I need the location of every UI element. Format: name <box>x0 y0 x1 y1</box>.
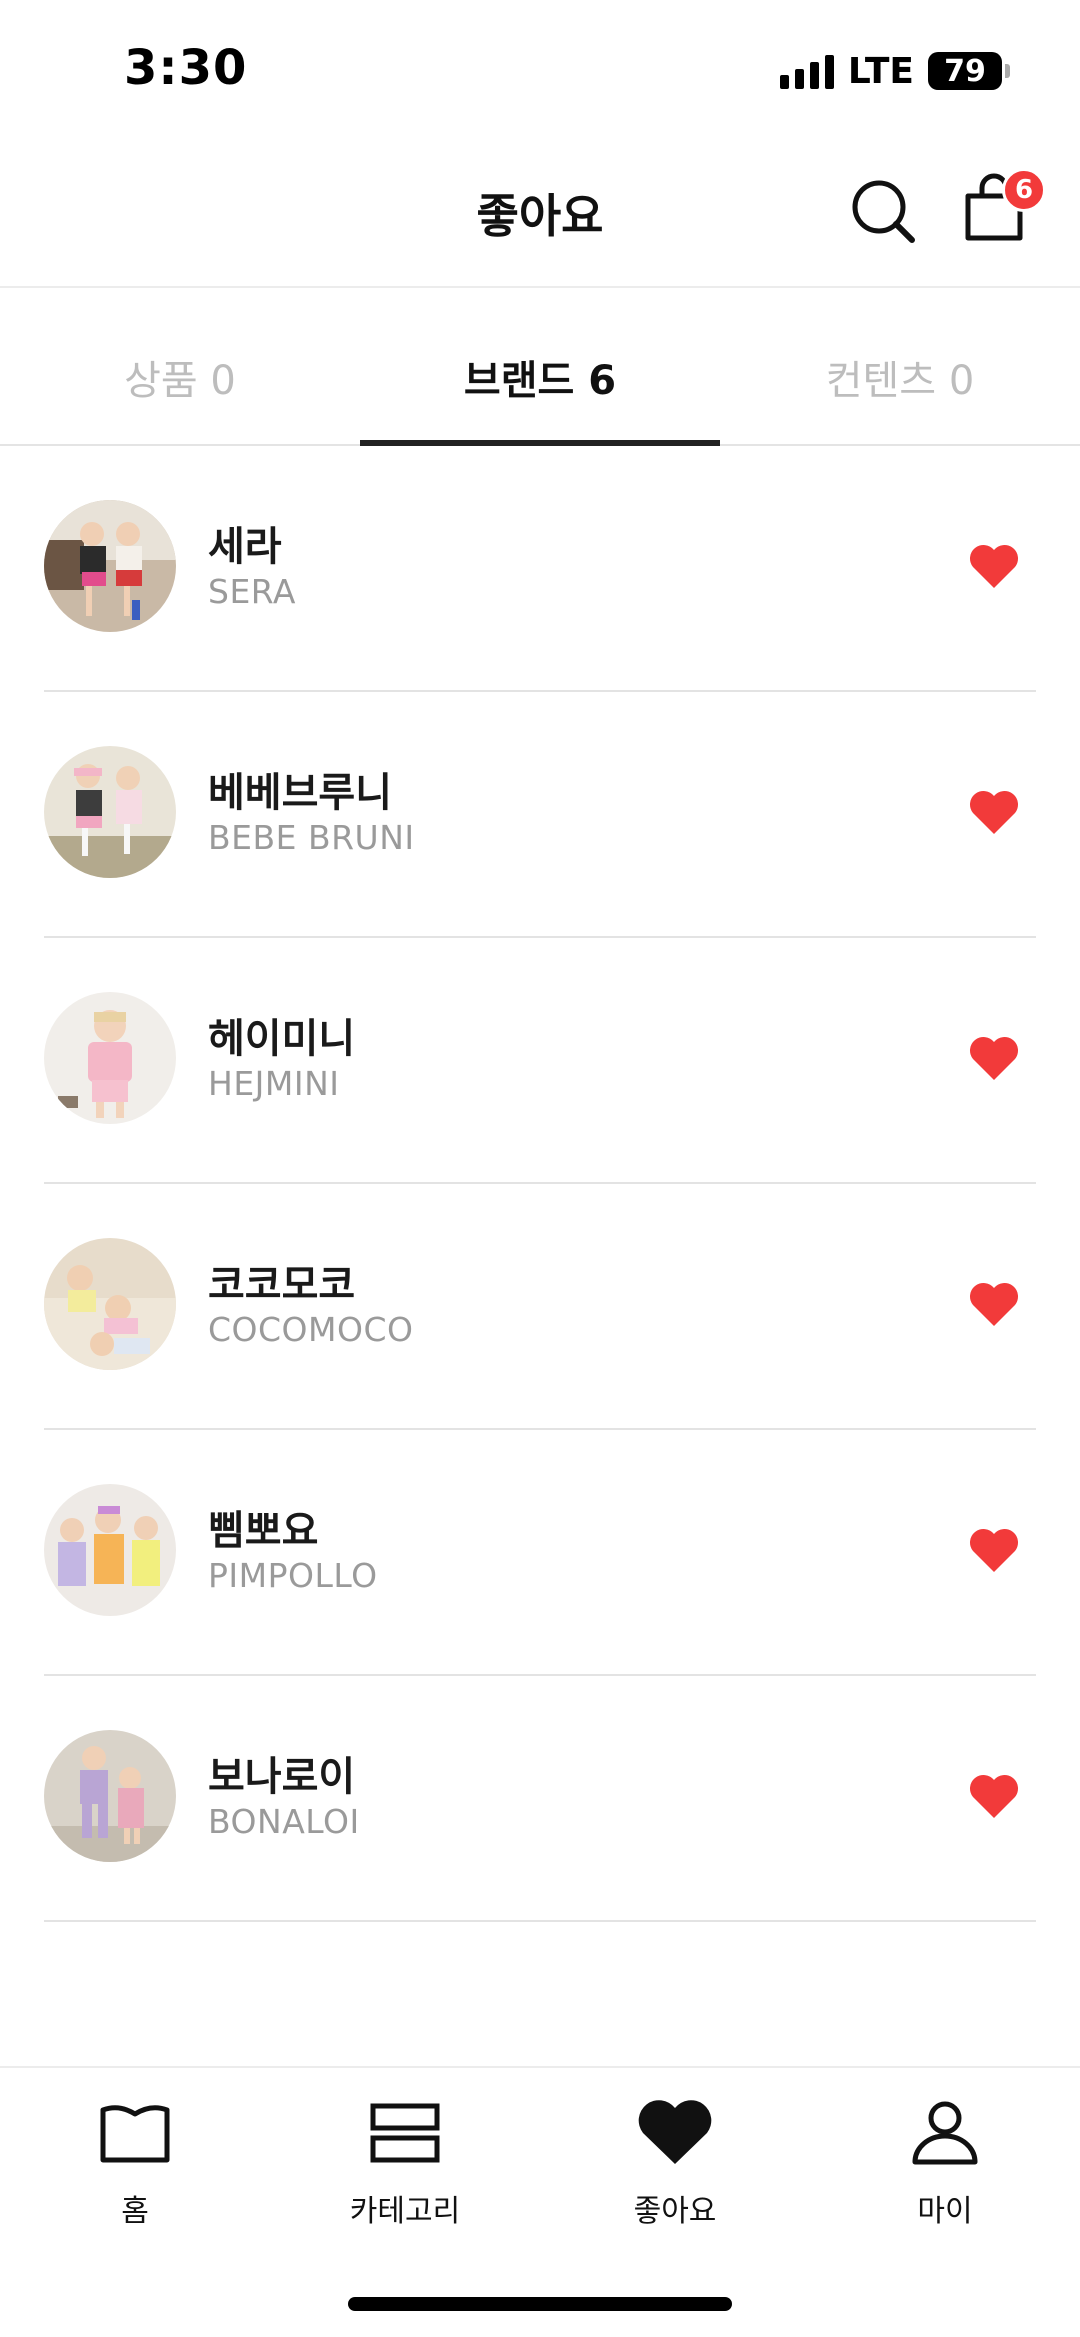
category-icon <box>370 2103 440 2163</box>
battery-tip <box>1005 64 1010 78</box>
heart-filled-icon <box>969 1036 1019 1080</box>
brand-row[interactable]: 보나로이 BONALOI <box>44 1676 1036 1922</box>
brand-name-en: BEBE BRUNI <box>208 818 415 857</box>
brand-name-en: PIMPOLLO <box>208 1556 378 1595</box>
tab-brands[interactable]: 브랜드 6 <box>360 290 720 446</box>
heart-filled-icon <box>969 1528 1019 1572</box>
brand-name-en: BONALOI <box>208 1802 360 1841</box>
nav-item-home[interactable]: 홈 <box>0 2068 270 2266</box>
brand-row[interactable]: 베베브루니 BEBE BRUNI <box>44 692 1036 938</box>
heart-filled-icon <box>969 544 1019 588</box>
brand-avatar <box>44 1484 176 1616</box>
like-button[interactable] <box>968 542 1020 590</box>
like-button[interactable] <box>968 1280 1020 1328</box>
battery-level: 79 <box>944 53 986 89</box>
search-button[interactable] <box>848 176 918 246</box>
nav-item-likes[interactable]: 좋아요 <box>540 2068 810 2266</box>
brand-name: 베베브루니 <box>208 770 392 816</box>
tab-bar: 상품 0 브랜드 6 컨텐츠 0 <box>0 290 1080 446</box>
nav-item-category[interactable]: 카테고리 <box>270 2068 540 2266</box>
nav-label-category: 카테고리 <box>349 2194 461 2229</box>
brand-name-en: COCOMOCO <box>208 1310 414 1349</box>
nav-label-my: 마이 <box>917 2194 973 2229</box>
brand-name: 헤이미니 <box>208 1016 356 1062</box>
heart-filled-icon <box>969 1774 1019 1818</box>
brand-list: 세라 SERA 베베브루니 BEBE BRUNI 헤이미니 HEJMINI 코코… <box>0 446 1080 1922</box>
nav-label-home: 홈 <box>121 2194 149 2229</box>
brand-row[interactable]: 코코모코 COCOMOCO <box>44 1184 1036 1430</box>
like-button[interactable] <box>968 788 1020 836</box>
like-button[interactable] <box>968 1526 1020 1574</box>
tab-contents[interactable]: 컨텐츠 0 <box>720 290 1080 444</box>
heart-icon <box>638 2100 712 2164</box>
like-button[interactable] <box>968 1034 1020 1082</box>
search-icon <box>852 180 915 243</box>
brand-name-en: SERA <box>208 572 296 611</box>
brand-name: 삠뽀요 <box>208 1508 319 1554</box>
screen: 3:30 LTE 79 좋아요 6 상품 0 브랜드 6 컨텐츠 0 세라 SE… <box>0 0 1080 2337</box>
status-bar: 3:30 LTE 79 <box>0 0 1080 140</box>
page-header: 좋아요 <box>0 140 1080 288</box>
tab-products[interactable]: 상품 0 <box>0 290 360 444</box>
brand-row[interactable]: 삠뽀요 PIMPOLLO <box>44 1430 1036 1676</box>
brand-row[interactable]: 헤이미니 HEJMINI <box>44 938 1036 1184</box>
nav-label-likes: 좋아요 <box>633 2194 717 2229</box>
signal-icon <box>779 53 834 89</box>
battery-icon: 79 <box>928 52 1002 90</box>
brand-name: 보나로이 <box>208 1754 356 1800</box>
nav-item-my[interactable]: 마이 <box>810 2068 1080 2266</box>
person-icon <box>912 2101 978 2165</box>
brand-name-en: HEJMINI <box>208 1064 340 1103</box>
brand-avatar <box>44 1730 176 1862</box>
brand-avatar <box>44 746 176 878</box>
page-title: 좋아요 <box>476 189 604 243</box>
cart-count-badge: 6 <box>1002 168 1046 212</box>
brand-row[interactable]: 세라 SERA <box>44 446 1036 692</box>
heart-filled-icon <box>969 1282 1019 1326</box>
heart-filled-icon <box>969 790 1019 834</box>
brand-avatar <box>44 1238 176 1370</box>
brand-name: 세라 <box>208 524 282 570</box>
status-indicators: LTE 79 <box>779 48 1010 94</box>
home-book-icon <box>100 2105 170 2163</box>
status-time: 3:30 <box>124 40 248 96</box>
brand-avatar <box>44 992 176 1124</box>
bottom-nav: 홈 카테고리 좋아요 마이 <box>0 2066 1080 2266</box>
like-button[interactable] <box>968 1772 1020 1820</box>
network-label: LTE <box>847 50 914 92</box>
brand-name: 코코모코 <box>208 1262 356 1308</box>
home-indicator <box>348 2297 732 2311</box>
brand-avatar <box>44 500 176 632</box>
